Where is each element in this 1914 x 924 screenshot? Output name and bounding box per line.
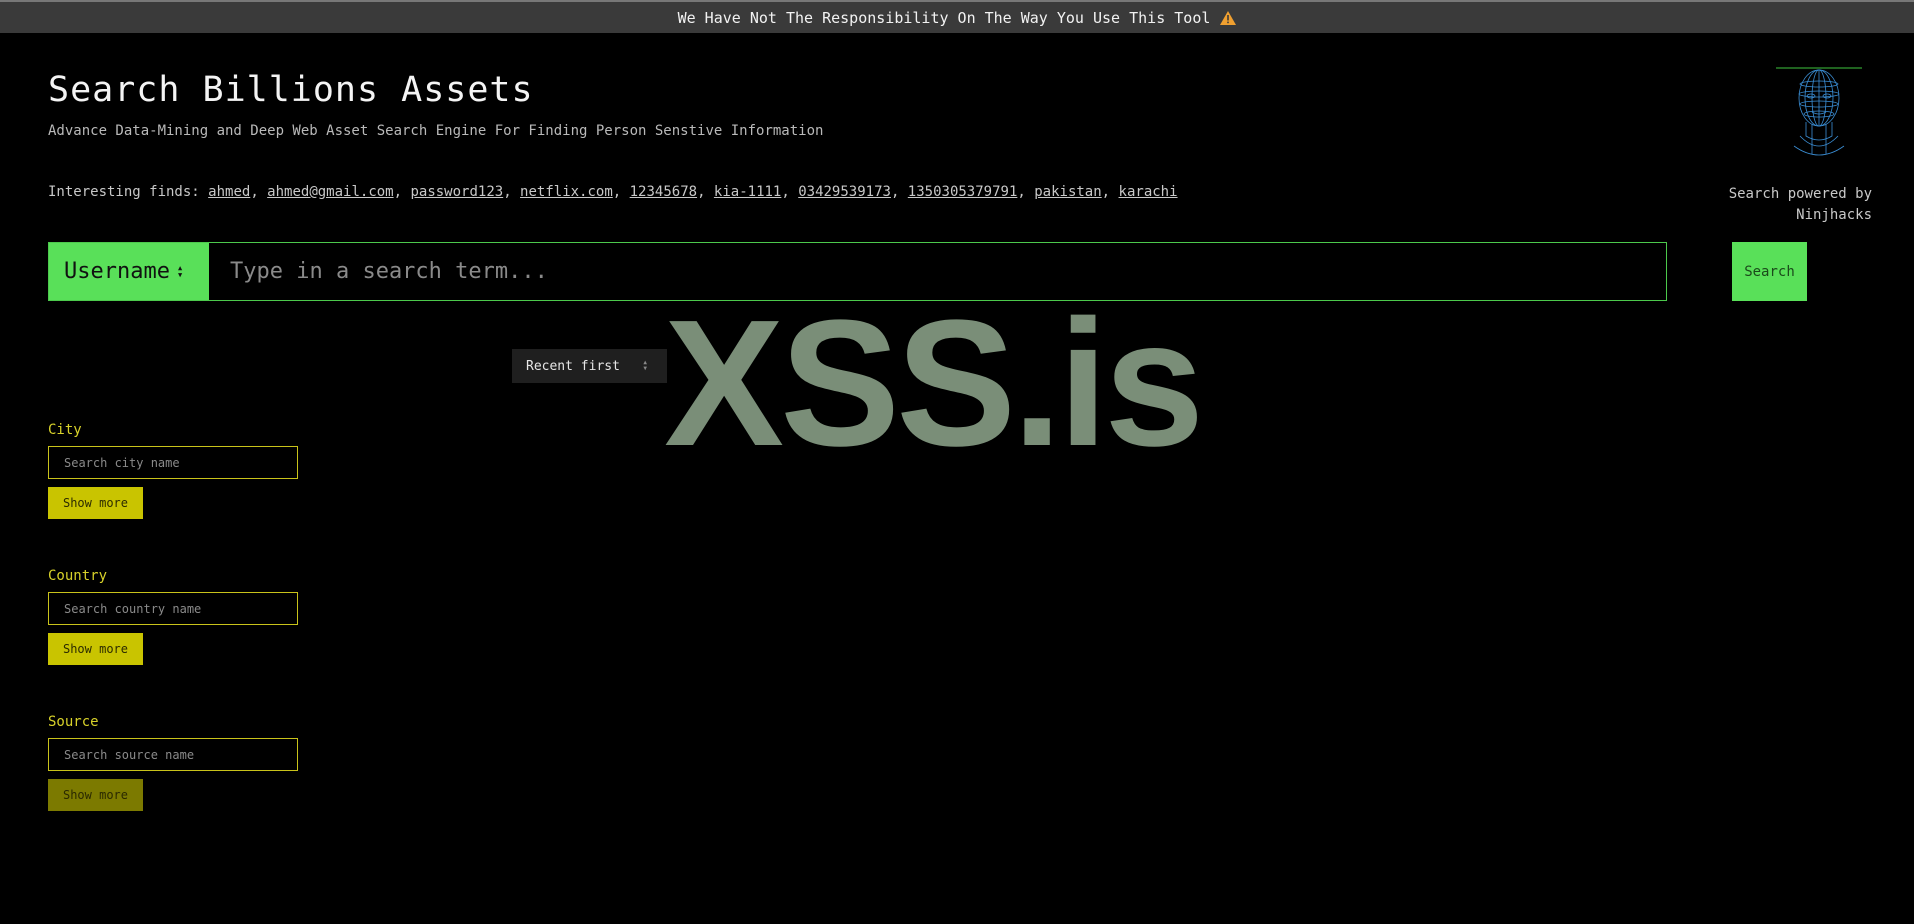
wireframe-head-logo: [1776, 64, 1862, 162]
select-arrows-icon: ▲ ▼: [177, 263, 183, 279]
facet-city-label: City: [48, 422, 82, 438]
page-subtitle: Advance Data-Mining and Deep Web Asset S…: [48, 123, 824, 139]
page: We Have Not The Responsibility On The Wa…: [0, 0, 1914, 924]
disclaimer-banner: We Have Not The Responsibility On The Wa…: [0, 0, 1914, 33]
find-link[interactable]: kia-1111: [714, 184, 781, 200]
finds-label: Interesting finds:: [48, 184, 200, 200]
country-show-more-button[interactable]: Show more: [48, 633, 143, 665]
find-link[interactable]: 1350305379791: [908, 184, 1018, 200]
country-search-input[interactable]: [48, 592, 298, 625]
find-link[interactable]: ahmed: [208, 184, 250, 200]
find-link[interactable]: pakistan: [1034, 184, 1101, 200]
facet-country: Country Show more: [48, 568, 298, 665]
warning-icon: [1220, 10, 1237, 25]
banner-text: We Have Not The Responsibility On The Wa…: [677, 8, 1211, 27]
watermark-logo: XSS.is: [664, 283, 1204, 484]
facet-source: Source Show more: [48, 714, 298, 811]
facet-country-label: Country: [48, 568, 108, 584]
source-show-more-button[interactable]: Show more: [48, 779, 143, 811]
powered-line-2: Ninjhacks: [1796, 207, 1872, 223]
search-type-label: Username: [64, 259, 170, 284]
search-button[interactable]: Search: [1732, 242, 1807, 301]
find-link[interactable]: 12345678: [630, 184, 697, 200]
powered-by: Search powered by Ninjhacks: [1692, 184, 1872, 226]
city-search-input[interactable]: [48, 446, 298, 479]
facet-source-label: Source: [48, 714, 99, 730]
sort-select[interactable]: Recent first ▲ ▼: [512, 349, 667, 383]
find-link[interactable]: 03429539173: [798, 184, 891, 200]
facet-city: City Show more: [48, 422, 298, 519]
find-link[interactable]: password123: [410, 184, 503, 200]
source-search-input[interactable]: [48, 738, 298, 771]
find-link[interactable]: ahmed@gmail.com: [267, 184, 393, 200]
interesting-finds: Interesting finds: ahmed, ahmed@gmail.co…: [48, 184, 1178, 200]
select-arrows-icon: ▲ ▼: [643, 359, 647, 372]
city-show-more-button[interactable]: Show more: [48, 487, 143, 519]
powered-line-1: Search powered by: [1728, 186, 1872, 202]
search-type-select[interactable]: Username ▲ ▼: [49, 243, 209, 300]
page-title: Search Billions Assets: [48, 70, 534, 110]
find-link[interactable]: netflix.com: [520, 184, 613, 200]
find-link[interactable]: karachi: [1119, 184, 1178, 200]
sort-label: Recent first: [526, 358, 620, 374]
